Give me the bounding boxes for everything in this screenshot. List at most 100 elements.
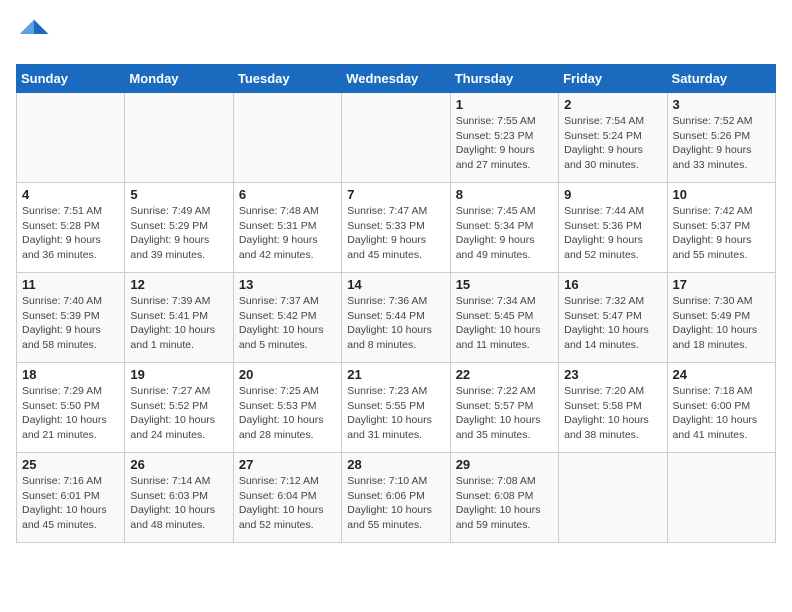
day-cell: 5 Sunrise: 7:49 AM Sunset: 5:29 PM Daylig… bbox=[125, 183, 233, 273]
day-cell: 4 Sunrise: 7:51 AM Sunset: 5:28 PM Daylig… bbox=[17, 183, 125, 273]
day-number: 13 bbox=[239, 277, 336, 292]
day-number: 2 bbox=[564, 97, 661, 112]
day-header-thursday: Thursday bbox=[450, 65, 558, 93]
day-cell: 16 Sunrise: 7:32 AM Sunset: 5:47 PM Dayli… bbox=[559, 273, 667, 363]
day-info: Sunrise: 7:22 AM Sunset: 5:57 PM Dayligh… bbox=[456, 384, 553, 443]
day-info: Sunrise: 7:48 AM Sunset: 5:31 PM Dayligh… bbox=[239, 204, 336, 263]
day-header-sunday: Sunday bbox=[17, 65, 125, 93]
day-info: Sunrise: 7:37 AM Sunset: 5:42 PM Dayligh… bbox=[239, 294, 336, 353]
day-cell: 6 Sunrise: 7:48 AM Sunset: 5:31 PM Daylig… bbox=[233, 183, 341, 273]
day-info: Sunrise: 7:10 AM Sunset: 6:06 PM Dayligh… bbox=[347, 474, 444, 533]
day-number: 17 bbox=[673, 277, 770, 292]
day-number: 16 bbox=[564, 277, 661, 292]
day-cell: 23Sunrise: 7:20 AM Sunset: 5:58 PM Dayli… bbox=[559, 363, 667, 453]
day-number: 11 bbox=[22, 277, 119, 292]
header bbox=[16, 16, 776, 52]
day-number: 8 bbox=[456, 187, 553, 202]
day-cell: 26 Sunrise: 7:14 AM Sunset: 6:03 PM Dayli… bbox=[125, 453, 233, 543]
day-header-saturday: Saturday bbox=[667, 65, 775, 93]
day-cell: 24Sunrise: 7:18 AM Sunset: 6:00 PM Dayli… bbox=[667, 363, 775, 453]
day-cell: 7 Sunrise: 7:47 AM Sunset: 5:33 PM Daylig… bbox=[342, 183, 450, 273]
day-number: 28 bbox=[347, 457, 444, 472]
week-row-5: 25 Sunrise: 7:16 AM Sunset: 6:01 PM Dayli… bbox=[17, 453, 776, 543]
day-number: 6 bbox=[239, 187, 336, 202]
day-number: 15 bbox=[456, 277, 553, 292]
day-number: 24 bbox=[673, 367, 770, 382]
day-cell: 19 Sunrise: 7:27 AM Sunset: 5:52 PM Dayli… bbox=[125, 363, 233, 453]
day-cell bbox=[559, 453, 667, 543]
week-row-2: 4 Sunrise: 7:51 AM Sunset: 5:28 PM Daylig… bbox=[17, 183, 776, 273]
day-info: Sunrise: 7:51 AM Sunset: 5:28 PM Dayligh… bbox=[22, 204, 119, 263]
day-info: Sunrise: 7:23 AM Sunset: 5:55 PM Dayligh… bbox=[347, 384, 444, 443]
day-number: 25 bbox=[22, 457, 119, 472]
logo bbox=[16, 16, 56, 52]
day-header-monday: Monday bbox=[125, 65, 233, 93]
day-number: 9 bbox=[564, 187, 661, 202]
day-number: 20 bbox=[239, 367, 336, 382]
day-info: Sunrise: 7:12 AM Sunset: 6:04 PM Dayligh… bbox=[239, 474, 336, 533]
day-number: 5 bbox=[130, 187, 227, 202]
day-cell: 9 Sunrise: 7:44 AM Sunset: 5:36 PM Daylig… bbox=[559, 183, 667, 273]
day-info: Sunrise: 7:29 AM Sunset: 5:50 PM Dayligh… bbox=[22, 384, 119, 443]
day-cell: 15 Sunrise: 7:34 AM Sunset: 5:45 PM Dayli… bbox=[450, 273, 558, 363]
day-number: 26 bbox=[130, 457, 227, 472]
day-info: Sunrise: 7:16 AM Sunset: 6:01 PM Dayligh… bbox=[22, 474, 119, 533]
day-cell: 3 Sunrise: 7:52 AM Sunset: 5:26 PM Daylig… bbox=[667, 93, 775, 183]
day-cell: 13 Sunrise: 7:37 AM Sunset: 5:42 PM Dayli… bbox=[233, 273, 341, 363]
day-info: Sunrise: 7:45 AM Sunset: 5:34 PM Dayligh… bbox=[456, 204, 553, 263]
day-cell: 12 Sunrise: 7:39 AM Sunset: 5:41 PM Dayli… bbox=[125, 273, 233, 363]
day-cell bbox=[17, 93, 125, 183]
day-cell: 25 Sunrise: 7:16 AM Sunset: 6:01 PM Dayli… bbox=[17, 453, 125, 543]
day-number: 12 bbox=[130, 277, 227, 292]
day-info: Sunrise: 7:55 AM Sunset: 5:23 PM Dayligh… bbox=[456, 114, 553, 173]
day-cell: 18Sunrise: 7:29 AM Sunset: 5:50 PM Dayli… bbox=[17, 363, 125, 453]
day-cell: 20 Sunrise: 7:25 AM Sunset: 5:53 PM Dayli… bbox=[233, 363, 341, 453]
day-number: 4 bbox=[22, 187, 119, 202]
day-info: Sunrise: 7:52 AM Sunset: 5:26 PM Dayligh… bbox=[673, 114, 770, 173]
day-header-tuesday: Tuesday bbox=[233, 65, 341, 93]
day-info: Sunrise: 7:42 AM Sunset: 5:37 PM Dayligh… bbox=[673, 204, 770, 263]
day-number: 10 bbox=[673, 187, 770, 202]
day-number: 29 bbox=[456, 457, 553, 472]
day-number: 14 bbox=[347, 277, 444, 292]
day-info: Sunrise: 7:27 AM Sunset: 5:52 PM Dayligh… bbox=[130, 384, 227, 443]
day-info: Sunrise: 7:32 AM Sunset: 5:47 PM Dayligh… bbox=[564, 294, 661, 353]
day-info: Sunrise: 7:08 AM Sunset: 6:08 PM Dayligh… bbox=[456, 474, 553, 533]
day-number: 7 bbox=[347, 187, 444, 202]
header-row: SundayMondayTuesdayWednesdayThursdayFrid… bbox=[17, 65, 776, 93]
day-header-wednesday: Wednesday bbox=[342, 65, 450, 93]
day-info: Sunrise: 7:47 AM Sunset: 5:33 PM Dayligh… bbox=[347, 204, 444, 263]
day-info: Sunrise: 7:54 AM Sunset: 5:24 PM Dayligh… bbox=[564, 114, 661, 173]
day-number: 21 bbox=[347, 367, 444, 382]
day-cell bbox=[342, 93, 450, 183]
day-info: Sunrise: 7:40 AM Sunset: 5:39 PM Dayligh… bbox=[22, 294, 119, 353]
day-number: 1 bbox=[456, 97, 553, 112]
day-cell: 1 Sunrise: 7:55 AM Sunset: 5:23 PM Daylig… bbox=[450, 93, 558, 183]
day-cell: 17Sunrise: 7:30 AM Sunset: 5:49 PM Dayli… bbox=[667, 273, 775, 363]
day-number: 19 bbox=[130, 367, 227, 382]
day-info: Sunrise: 7:14 AM Sunset: 6:03 PM Dayligh… bbox=[130, 474, 227, 533]
day-cell bbox=[233, 93, 341, 183]
day-info: Sunrise: 7:25 AM Sunset: 5:53 PM Dayligh… bbox=[239, 384, 336, 443]
day-info: Sunrise: 7:34 AM Sunset: 5:45 PM Dayligh… bbox=[456, 294, 553, 353]
day-cell: 8 Sunrise: 7:45 AM Sunset: 5:34 PM Daylig… bbox=[450, 183, 558, 273]
day-cell: 27Sunrise: 7:12 AM Sunset: 6:04 PM Dayli… bbox=[233, 453, 341, 543]
day-number: 22 bbox=[456, 367, 553, 382]
day-info: Sunrise: 7:36 AM Sunset: 5:44 PM Dayligh… bbox=[347, 294, 444, 353]
week-row-1: 1 Sunrise: 7:55 AM Sunset: 5:23 PM Daylig… bbox=[17, 93, 776, 183]
day-info: Sunrise: 7:49 AM Sunset: 5:29 PM Dayligh… bbox=[130, 204, 227, 263]
week-row-4: 18Sunrise: 7:29 AM Sunset: 5:50 PM Dayli… bbox=[17, 363, 776, 453]
day-cell: 10 Sunrise: 7:42 AM Sunset: 5:37 PM Dayli… bbox=[667, 183, 775, 273]
day-cell bbox=[667, 453, 775, 543]
day-number: 3 bbox=[673, 97, 770, 112]
day-header-friday: Friday bbox=[559, 65, 667, 93]
day-cell: 22 Sunrise: 7:22 AM Sunset: 5:57 PM Dayli… bbox=[450, 363, 558, 453]
day-info: Sunrise: 7:44 AM Sunset: 5:36 PM Dayligh… bbox=[564, 204, 661, 263]
calendar-table: SundayMondayTuesdayWednesdayThursdayFrid… bbox=[16, 64, 776, 543]
day-cell bbox=[125, 93, 233, 183]
logo-icon bbox=[16, 16, 52, 52]
day-cell: 29 Sunrise: 7:08 AM Sunset: 6:08 PM Dayli… bbox=[450, 453, 558, 543]
day-cell: 2 Sunrise: 7:54 AM Sunset: 5:24 PM Daylig… bbox=[559, 93, 667, 183]
day-info: Sunrise: 7:39 AM Sunset: 5:41 PM Dayligh… bbox=[130, 294, 227, 353]
day-cell: 28 Sunrise: 7:10 AM Sunset: 6:06 PM Dayli… bbox=[342, 453, 450, 543]
